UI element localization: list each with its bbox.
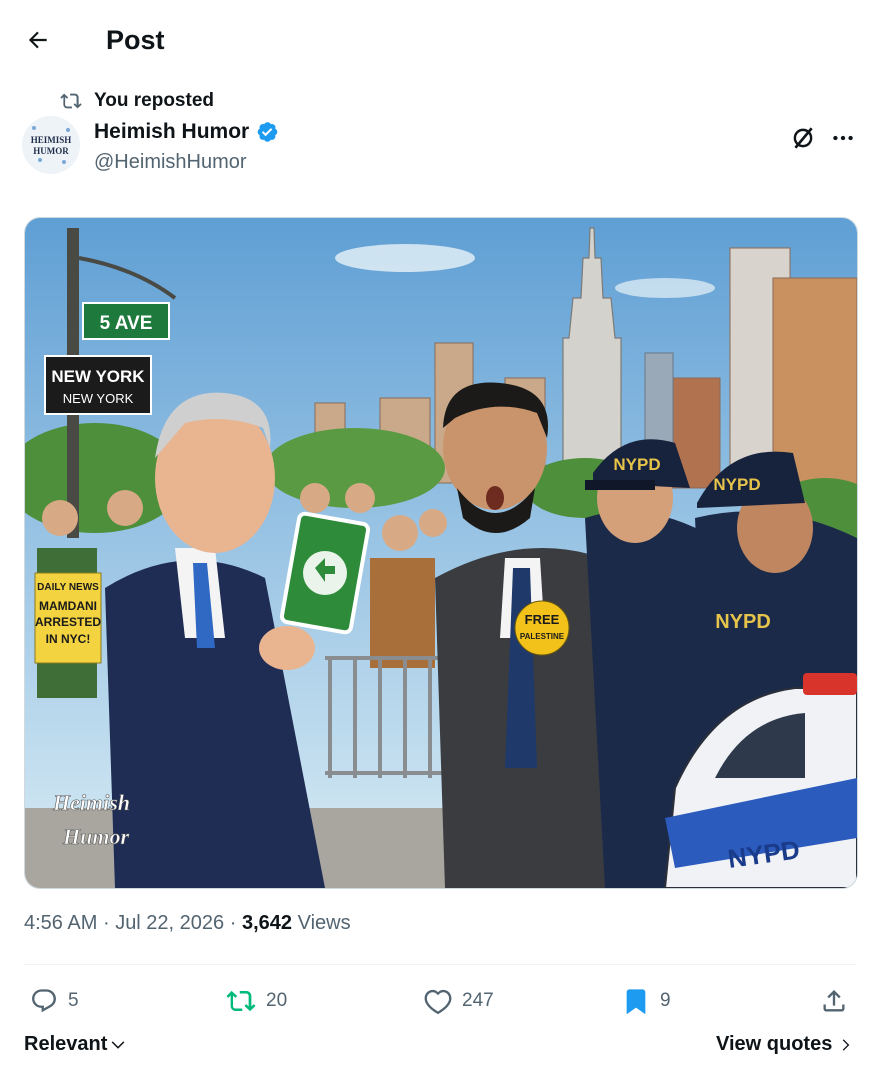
sort-label: Relevant [24, 1033, 108, 1055]
chevron-right-icon [843, 1038, 850, 1051]
page-title: Post [106, 25, 165, 55]
reply-count: 5 [68, 990, 79, 1011]
more-dots-icon [833, 135, 853, 141]
like-button[interactable]: 247 [424, 984, 494, 1018]
repost-button[interactable]: 20 [226, 984, 287, 1018]
view-quotes-link[interactable]: View quotes [716, 1033, 854, 1056]
author-handle[interactable]: @HeimishHumor [94, 151, 247, 174]
share-button[interactable] [820, 984, 848, 1018]
newspaper-headline-1: MAMDANI [39, 599, 97, 613]
street-sign-text: 5 AVE [100, 313, 153, 334]
views-count: 3,642 [241, 912, 293, 934]
view-quotes-label: View quotes [716, 1033, 833, 1055]
back-button[interactable] [22, 24, 54, 56]
post-time[interactable]: 4:56 AM [24, 912, 97, 934]
post-meta: 4:56 AM · Jul 22, 2026 · 3,642 Views [24, 912, 351, 935]
newspaper-headline-2: ARRESTED [35, 615, 101, 629]
meta-separator: · [102, 912, 110, 934]
newspaper-header: DAILY NEWS [37, 582, 99, 593]
newspaper-headline-3: IN NYC! [46, 632, 91, 646]
repost-action-icon [226, 990, 256, 1012]
avatar-text-top: HEIMISH [31, 135, 72, 145]
bookmark-icon [626, 989, 646, 1015]
watermark-line-2: Humor [62, 824, 129, 849]
sort-dropdown[interactable]: Relevant [24, 1033, 127, 1056]
reply-button[interactable]: 5 [30, 984, 79, 1018]
reply-icon [32, 989, 56, 1013]
repost-indicator: You reposted [60, 90, 214, 112]
repost-icon [60, 93, 82, 109]
cap-text-1: NYPD [613, 455, 660, 474]
heart-icon [424, 989, 452, 1015]
chevron-down-icon [112, 1040, 125, 1049]
bookmark-count: 9 [660, 990, 671, 1011]
repost-count: 20 [266, 990, 288, 1011]
cap-text-2: NYPD [713, 475, 760, 494]
city-sign-bottom: NEW YORK [63, 391, 134, 406]
repost-label: You reposted [94, 90, 214, 111]
post-date[interactable]: Jul 22, 2026 [115, 912, 224, 934]
city-sign-top: NEW YORK [51, 367, 145, 386]
grok-button[interactable] [787, 122, 819, 154]
post-image[interactable]: 5 AVE NEW YORK NEW YORK DAILY NEWS MAMDA… [24, 217, 858, 889]
watermark-line-1: Heimish [52, 790, 130, 815]
meta-separator: · [229, 912, 237, 934]
views-label: Views [297, 912, 351, 934]
divider [24, 964, 856, 965]
verified-badge-icon [257, 122, 278, 142]
arrow-left-icon [28, 31, 47, 49]
grok-icon [793, 127, 813, 149]
badge-line-1: FREE [525, 612, 560, 627]
badge-line-2: PALESTINE [520, 632, 565, 641]
bookmark-button[interactable]: 9 [622, 984, 671, 1018]
share-icon [823, 990, 845, 1012]
uniform-text: NYPD [715, 611, 771, 633]
author-name-row[interactable]: Heimish Humor [94, 120, 279, 144]
avatar-text-bottom: HUMOR [33, 146, 69, 156]
like-count: 247 [462, 990, 494, 1011]
more-options-button[interactable] [826, 122, 860, 154]
author-name[interactable]: Heimish Humor [94, 120, 249, 144]
avatar[interactable]: HEIMISH HUMOR [22, 116, 80, 174]
